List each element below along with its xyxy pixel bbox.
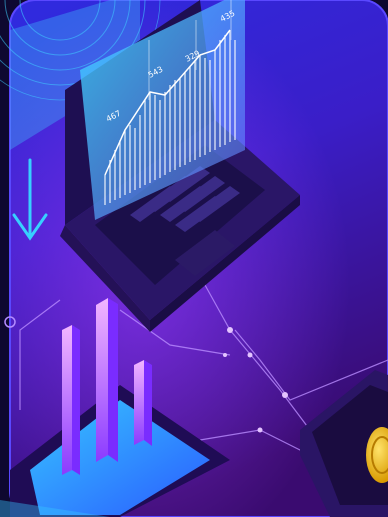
illustration-canvas: 467 543 329 435	[0, 0, 388, 517]
isometric-tech-illustration: 467 543 329 435	[0, 0, 388, 517]
